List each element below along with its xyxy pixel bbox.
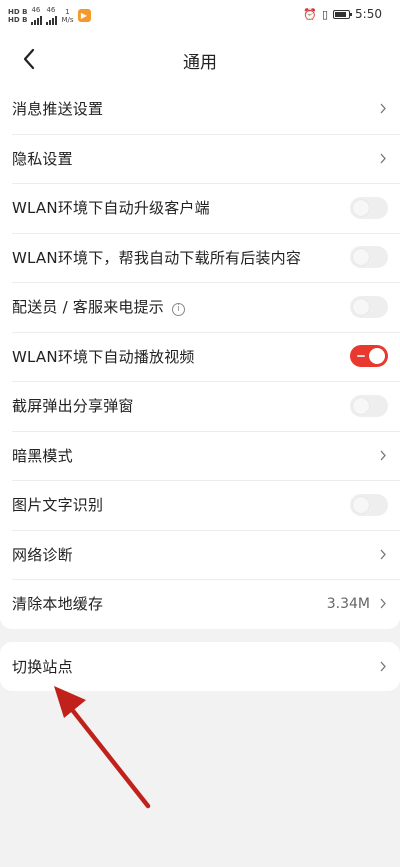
hd-bottom: HD B <box>8 15 28 24</box>
settings-item-label: 截屏弹出分享弹窗 <box>12 397 134 416</box>
settings-item-auto-play: WLAN环境下自动播放视频 <box>0 331 400 382</box>
signal-1-label: 46 <box>31 6 41 14</box>
settings-item-network-diagnosis[interactable]: 网络诊断 <box>0 529 400 580</box>
settings-item-image-text: 图片文字识别 <box>0 480 400 530</box>
chevron-right-icon <box>378 448 388 462</box>
app-notification-icon: ▶ <box>77 9 91 22</box>
status-bar: HD B HD B 46 46 1 M/s ▶ ⏰ ▯ 5:50 <box>0 0 400 34</box>
signal-2-label: 46 <box>46 6 56 14</box>
status-left: HD B HD B 46 46 1 M/s ▶ <box>8 6 91 25</box>
chevron-right-icon <box>378 597 388 611</box>
settings-item-label: WLAN环境下自动播放视频 <box>12 347 195 366</box>
cache-size: 3.34M <box>326 595 370 612</box>
info-icon[interactable]: i <box>172 303 185 317</box>
chevron-right-icon <box>378 102 388 116</box>
settings-item-call-notice: 配送员 / 客服来电提示 i <box>0 282 400 332</box>
auto-download-toggle[interactable] <box>350 246 388 269</box>
settings-item-screenshot-share: 截屏弹出分享弹窗 <box>0 381 400 431</box>
settings-item-label: 图片文字识别 <box>12 496 104 515</box>
nav-bar: 通用 <box>0 34 400 84</box>
screenshot-share-toggle[interactable] <box>350 394 388 417</box>
status-right: ⏰ ▯ 5:50 <box>303 7 382 21</box>
settings-item-dark-mode[interactable]: 暗黑模式 <box>0 430 400 481</box>
hd-indicators: HD B HD B <box>8 8 27 24</box>
signal-bars-icon <box>46 14 58 25</box>
call-notice-toggle[interactable] <box>350 295 388 318</box>
settings-item-label: 配送员 / 客服来电提示 i <box>12 296 350 317</box>
settings-item-privacy[interactable]: 隐私设置 <box>0 133 400 184</box>
settings-item-label: 隐私设置 <box>12 149 73 168</box>
settings-list: 消息推送设置 隐私设置 WLAN环境下自动升级客户端 WLAN环境下，帮我自动下… <box>0 84 400 629</box>
settings-item-label: 网络诊断 <box>12 545 73 564</box>
signal-2: 46 <box>46 6 58 25</box>
vibrate-icon: ▯ <box>321 7 329 21</box>
settings-item-label: 清除本地缓存 <box>12 595 104 614</box>
alarm-icon: ⏰ <box>303 7 317 21</box>
settings-item-label: WLAN环境下自动升级客户端 <box>12 199 210 218</box>
image-text-recognition-toggle[interactable] <box>350 493 388 516</box>
settings-item-auto-upgrade: WLAN环境下自动升级客户端 <box>0 183 400 233</box>
chevron-right-icon <box>378 547 388 561</box>
signal-1: 46 <box>31 6 43 25</box>
net-speed: 1 M/s <box>61 8 73 24</box>
auto-upgrade-toggle[interactable] <box>350 196 388 219</box>
settings-item-label: WLAN环境下，帮我自动下载所有后装内容 <box>12 248 302 267</box>
settings-item-auto-download: WLAN环境下，帮我自动下载所有后装内容 <box>0 232 400 283</box>
signal-bars-icon <box>31 14 43 25</box>
settings-item-label: 暗黑模式 <box>12 446 73 465</box>
chevron-right-icon <box>378 151 388 165</box>
settings-item-push[interactable]: 消息推送设置 <box>0 84 400 134</box>
net-speed-value: 1 <box>65 7 70 16</box>
settings-item-clear-cache[interactable]: 清除本地缓存 3.34M <box>0 579 400 629</box>
switch-site-label: 切换站点 <box>12 657 73 676</box>
auto-play-video-toggle[interactable] <box>350 345 388 368</box>
battery-icon <box>333 9 353 19</box>
clock: 5:50 <box>355 7 382 21</box>
call-notice-label: 配送员 / 客服来电提示 <box>12 298 164 317</box>
hd-top: HD B <box>8 7 28 16</box>
settings-item-label: 消息推送设置 <box>12 100 104 119</box>
annotation-arrow-icon <box>54 686 151 809</box>
page-title: 通用 <box>183 53 217 73</box>
chevron-right-icon <box>378 659 388 673</box>
net-speed-unit: M/s <box>61 15 74 24</box>
